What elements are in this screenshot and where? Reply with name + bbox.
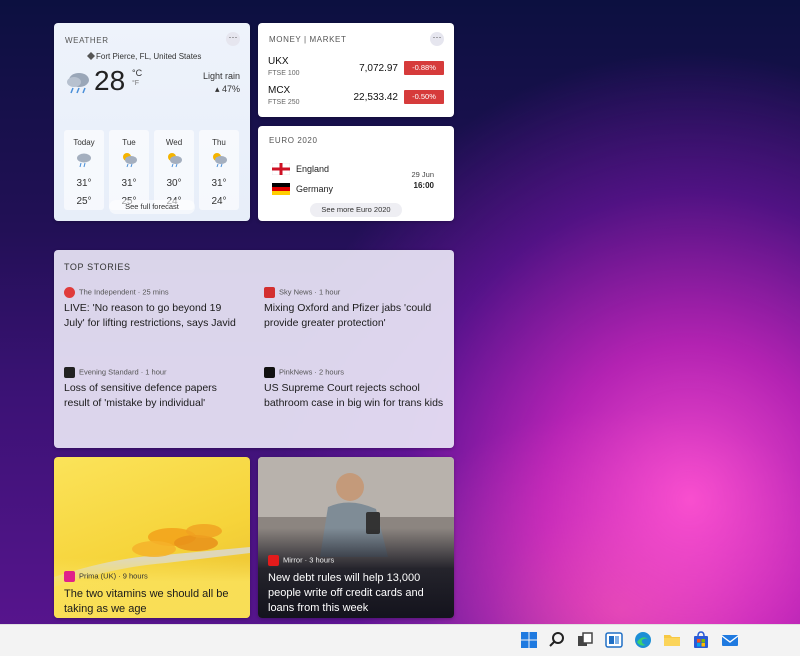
edge-browser-icon[interactable] bbox=[634, 631, 652, 649]
story-headline[interactable]: LIVE: 'No reason to go beyond 19 July' f… bbox=[64, 301, 244, 331]
file-explorer-icon[interactable] bbox=[663, 631, 681, 649]
weather-condition: Light rain bbox=[202, 71, 240, 81]
prima-logo-icon bbox=[64, 571, 75, 582]
precipitation: ▴ 47% bbox=[215, 84, 240, 95]
ticker-price: 22,533.42 bbox=[353, 92, 399, 103]
mirror-logo-icon bbox=[268, 555, 279, 566]
task-view-icon[interactable] bbox=[576, 631, 594, 649]
vitamins-story-card[interactable]: Prima (UK) · 9 hours The two vitamins we… bbox=[54, 457, 250, 618]
story-source-text: Prima (UK) · 9 hours bbox=[79, 571, 148, 581]
independent-logo-icon bbox=[64, 287, 75, 298]
weather-more-button[interactable]: ··· bbox=[226, 32, 240, 46]
ticker-price: 7,072.97 bbox=[359, 63, 398, 74]
debt-story-card[interactable]: Mirror · 3 hours New debt rules will hel… bbox=[258, 457, 454, 618]
story-source-text: Evening Standard · 1 hour bbox=[79, 367, 167, 377]
england-flag-icon bbox=[272, 163, 290, 175]
team-one: England bbox=[296, 164, 330, 174]
forecast-day-name: Today bbox=[73, 138, 95, 147]
ticker-name: FTSE 100 bbox=[268, 70, 300, 77]
widgets-icon[interactable] bbox=[605, 631, 623, 649]
taskbar bbox=[0, 624, 800, 656]
story-source: Prima (UK) · 9 hours bbox=[64, 571, 148, 582]
forecast-day-name: Thu bbox=[212, 138, 226, 147]
euro-title: EURO 2020 bbox=[269, 136, 318, 145]
market-widget[interactable]: MONEY | MARKET ··· UKX FTSE 100 7,072.97… bbox=[258, 23, 454, 117]
story-source-text: Mirror · 3 hours bbox=[283, 555, 335, 565]
forecast-day-name: Tue bbox=[122, 138, 136, 147]
weather-title: WEATHER bbox=[65, 36, 109, 45]
sky-news-logo-icon bbox=[264, 287, 275, 298]
story-headline[interactable]: Loss of sensitive defence papers result … bbox=[64, 381, 244, 411]
evening-standard-logo-icon bbox=[64, 367, 75, 378]
mail-icon[interactable] bbox=[721, 631, 739, 649]
story-source-text: The Independent · 25 mins bbox=[79, 287, 169, 297]
story-headline[interactable]: Mixing Oxford and Pfizer jabs 'could pro… bbox=[264, 301, 444, 331]
forecast-high: 31° bbox=[76, 178, 92, 189]
precipitation-value: 47% bbox=[221, 84, 240, 94]
market-more-button[interactable]: ··· bbox=[430, 32, 444, 46]
story-source: Evening Standard · 1 hour bbox=[64, 367, 167, 378]
forecast-day-name: Wed bbox=[165, 138, 183, 147]
top-stories-title: TOP STORIES bbox=[64, 262, 131, 272]
cloud-rain-icon bbox=[77, 153, 91, 168]
see-full-forecast-link[interactable]: See full forecast bbox=[109, 200, 195, 214]
ticker-change-badge: -0.88% bbox=[404, 61, 444, 75]
sun-cloud-rain-icon bbox=[123, 153, 137, 168]
unit-celsius-toggle[interactable]: °C bbox=[132, 68, 142, 78]
forecast-day[interactable]: Thu 31° 24° bbox=[199, 130, 239, 210]
story-source: PinkNews · 2 hours bbox=[264, 367, 344, 378]
search-icon[interactable] bbox=[548, 631, 566, 649]
top-stories-widget: TOP STORIES The Independent · 25 mins LI… bbox=[54, 250, 454, 448]
story-source: Sky News · 1 hour bbox=[264, 287, 340, 298]
ticker-symbol: MCX bbox=[268, 85, 291, 96]
forecast-high: 30° bbox=[166, 178, 182, 189]
location-pin-icon bbox=[87, 52, 95, 60]
story-source: The Independent · 25 mins bbox=[64, 287, 169, 298]
market-title: MONEY | MARKET bbox=[269, 35, 347, 44]
germany-flag-icon bbox=[272, 183, 290, 195]
sun-cloud-rain-icon bbox=[168, 153, 182, 168]
ticker-change-badge: -0.50% bbox=[404, 90, 444, 104]
story-source-text: Sky News · 1 hour bbox=[279, 287, 341, 297]
forecast-day[interactable]: Tue 31° 25° bbox=[109, 130, 149, 210]
story-source-text: PinkNews · 2 hours bbox=[279, 367, 345, 377]
store-icon[interactable] bbox=[692, 631, 710, 649]
pinknews-logo-icon bbox=[264, 367, 275, 378]
forecast-high: 31° bbox=[121, 178, 137, 189]
forecast-high: 31° bbox=[211, 178, 227, 189]
see-more-euro-link[interactable]: See more Euro 2020 bbox=[310, 203, 402, 217]
match-date: 29 Jun bbox=[411, 170, 434, 179]
ticker-name: FTSE 250 bbox=[268, 99, 300, 106]
match-time: 16:00 bbox=[413, 181, 434, 190]
story-headline[interactable]: US Supreme Court rejects school bathroom… bbox=[264, 381, 444, 411]
sun-cloud-rain-icon bbox=[213, 153, 227, 168]
forecast-day[interactable]: Today 31° 25° bbox=[64, 130, 104, 210]
unit-fahrenheit-toggle[interactable]: °F bbox=[132, 80, 139, 87]
story-headline[interactable]: The two vitamins we should all be taking… bbox=[64, 587, 242, 617]
euro-2020-widget[interactable]: EURO 2020 England Germany 29 Jun 16:00 S… bbox=[258, 126, 454, 221]
weather-location: Fort Pierce, FL, United States bbox=[96, 52, 202, 61]
windows-start-icon[interactable] bbox=[520, 631, 538, 649]
forecast-day[interactable]: Wed 30° 24° bbox=[154, 130, 194, 210]
cloud-rain-icon bbox=[67, 73, 89, 94]
story-headline[interactable]: New debt rules will help 13,000 people w… bbox=[268, 571, 448, 616]
raindrop-icon: ▴ bbox=[214, 84, 220, 94]
weather-widget[interactable]: WEATHER ··· Fort Pierce, FL, United Stat… bbox=[54, 23, 250, 221]
forecast-low: 25° bbox=[76, 196, 92, 207]
team-two: Germany bbox=[296, 184, 334, 194]
story-source: Mirror · 3 hours bbox=[268, 555, 334, 566]
current-temperature: 28 bbox=[94, 65, 126, 96]
forecast-low: 24° bbox=[211, 196, 227, 207]
ticker-symbol: UKX bbox=[268, 56, 289, 67]
